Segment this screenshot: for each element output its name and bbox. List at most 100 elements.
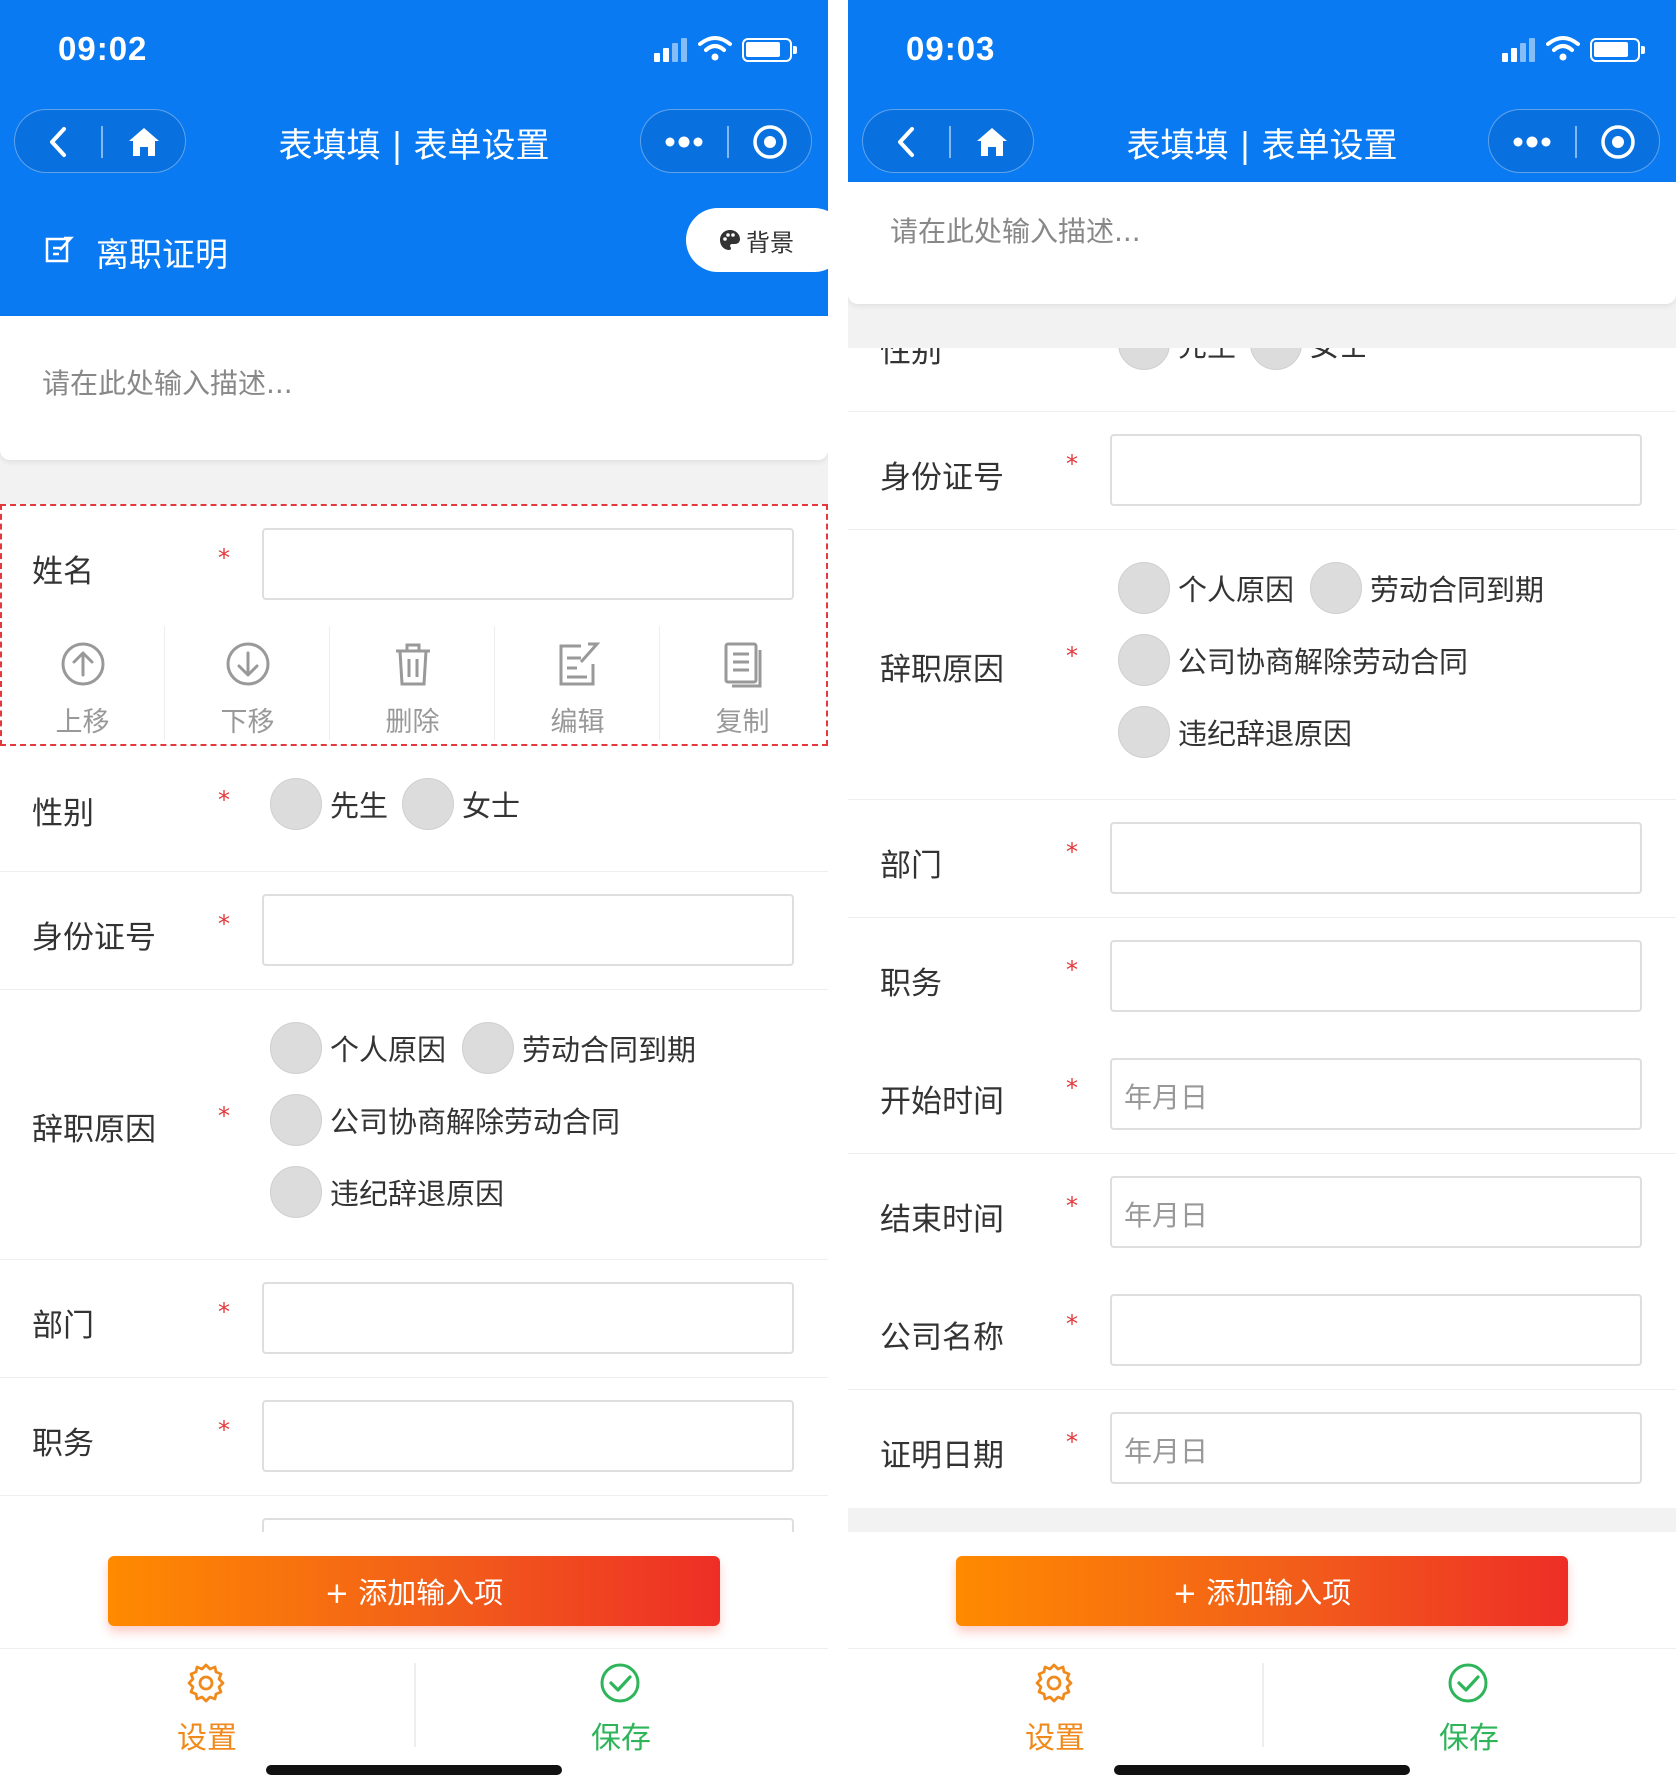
- name-input[interactable]: [262, 528, 794, 600]
- field-row-gender-partial[interactable]: 性别 先生 女士: [848, 348, 1676, 412]
- field-row-end-time[interactable]: 结束时间 * 年月日: [848, 1154, 1676, 1272]
- radio-option-mutual-termination[interactable]: 公司协商解除劳动合同: [1118, 634, 1468, 686]
- home-button[interactable]: [949, 110, 1035, 174]
- home-button[interactable]: [101, 110, 187, 174]
- close-miniprogram-button[interactable]: [727, 110, 813, 174]
- add-field-button[interactable]: + 添加输入项: [956, 1556, 1568, 1626]
- description-card[interactable]: 请在此处输入描述...: [848, 182, 1676, 304]
- navigation-bar: 表填填 | 表单设置: [0, 100, 828, 182]
- position-input[interactable]: [262, 1400, 794, 1472]
- field-row-name-selected[interactable]: 姓名 * 上移 下移 删除 编辑 复制: [0, 504, 828, 746]
- radio-option-disciplinary[interactable]: 违纪辞退原因: [1118, 706, 1352, 758]
- field-row-id-number[interactable]: 身份证号 *: [848, 412, 1676, 530]
- id-number-input[interactable]: [1110, 434, 1642, 506]
- tab-save[interactable]: 保存: [1262, 1649, 1676, 1759]
- tab-save[interactable]: 保存: [414, 1649, 828, 1759]
- copy-button[interactable]: 复制: [660, 626, 825, 740]
- field-label: 姓名: [32, 554, 94, 590]
- wifi-icon: [698, 36, 732, 61]
- field-label: 身份证号: [880, 460, 1004, 496]
- field-row-resign-reason[interactable]: 辞职原因 * 个人原因 劳动合同到期 公司协商解除劳动合同 违纪辞退原因: [0, 990, 828, 1260]
- radio-option-disciplinary[interactable]: 违纪辞退原因: [270, 1166, 504, 1218]
- required-mark: *: [1066, 1192, 1078, 1220]
- description-card[interactable]: 请在此处输入描述...: [0, 316, 828, 460]
- tab-settings[interactable]: 设置: [0, 1649, 414, 1759]
- field-row-id-number[interactable]: 身份证号 *: [0, 872, 828, 990]
- department-input[interactable]: [262, 1282, 794, 1354]
- company-name-input[interactable]: [1110, 1294, 1642, 1366]
- id-number-input[interactable]: [262, 894, 794, 966]
- radio-option-mutual-termination[interactable]: 公司协商解除劳动合同: [270, 1094, 620, 1146]
- battery-icon: [1590, 38, 1645, 62]
- radio-option-contract-expired[interactable]: 劳动合同到期: [1310, 562, 1544, 614]
- background-button[interactable]: 背景: [686, 208, 828, 272]
- home-icon: [977, 128, 1007, 156]
- description-placeholder: 请在此处输入描述...: [890, 215, 1141, 248]
- home-indicator: [1114, 1765, 1410, 1775]
- phone-screen-left: 09:02 表填填 | 表单设置 离职证明 背景 请在此处输入描述... 姓名 …: [0, 0, 828, 1792]
- delete-button[interactable]: 删除: [330, 626, 495, 740]
- back-button[interactable]: [15, 110, 101, 174]
- home-icon: [129, 128, 159, 156]
- palette-icon: [720, 230, 740, 250]
- background-button-label: 背景: [746, 228, 794, 257]
- tab-settings[interactable]: 设置: [848, 1649, 1262, 1759]
- field-row-department[interactable]: 部门 *: [848, 800, 1676, 918]
- end-date-picker[interactable]: 年月日: [1110, 1176, 1642, 1248]
- action-label: 复制: [715, 707, 770, 738]
- form-title[interactable]: 离职证明: [96, 228, 228, 276]
- gear-icon: [187, 1663, 225, 1703]
- radio-option-mr[interactable]: 先生: [1118, 348, 1236, 370]
- field-row-resign-reason[interactable]: 辞职原因 * 个人原因 劳动合同到期 公司协商解除劳动合同 违纪辞退原因: [848, 530, 1676, 800]
- radio-option-mr[interactable]: 先生: [270, 778, 388, 830]
- field-row-company-name[interactable]: 公司名称 *: [848, 1272, 1676, 1390]
- required-mark: *: [1066, 1310, 1078, 1338]
- field-row-position[interactable]: 职务 *: [0, 1378, 828, 1496]
- add-field-bar: + 添加输入项: [0, 1532, 828, 1648]
- required-mark: *: [1066, 450, 1078, 478]
- department-input[interactable]: [1110, 822, 1642, 894]
- date-placeholder: 年月日: [1124, 1199, 1209, 1232]
- required-mark: *: [218, 544, 230, 572]
- status-time: 09:03: [906, 30, 996, 67]
- tab-label: 设置: [177, 1721, 237, 1756]
- edit-icon: [559, 642, 601, 686]
- move-down-button[interactable]: 下移: [165, 626, 330, 740]
- field-label: 公司名称: [880, 1320, 1004, 1356]
- position-input[interactable]: [1110, 940, 1642, 1012]
- required-mark: *: [218, 786, 230, 814]
- target-icon: [1601, 125, 1635, 159]
- field-row-department[interactable]: 部门 *: [0, 1260, 828, 1378]
- phone-screen-right: 09:03 表填填 | 表单设置 请在此处输入描述... 性别 身份证号 * 辞…: [848, 0, 1676, 1792]
- check-circle-icon: [1448, 1663, 1488, 1703]
- move-up-icon: [61, 642, 105, 686]
- start-date-picker[interactable]: 年月日: [1110, 1058, 1642, 1130]
- more-button[interactable]: [1489, 110, 1575, 174]
- back-button[interactable]: [863, 110, 949, 174]
- move-down-icon: [226, 642, 270, 686]
- signal-icon: [654, 38, 690, 62]
- more-button[interactable]: [641, 110, 727, 174]
- copy-icon: [724, 642, 762, 688]
- header: 09:02 表填填 | 表单设置 离职证明 背景: [0, 0, 828, 316]
- edit-button[interactable]: 编辑: [495, 626, 660, 740]
- field-row-gender[interactable]: 性别 * 先生 女士: [0, 746, 828, 872]
- certificate-date-picker[interactable]: 年月日: [1110, 1412, 1642, 1484]
- add-field-button[interactable]: + 添加输入项: [108, 1556, 720, 1626]
- radio-option-ms[interactable]: 女士: [402, 778, 520, 830]
- radio-option-personal[interactable]: 个人原因: [1118, 562, 1294, 614]
- radio-option-ms[interactable]: 女士: [1250, 348, 1368, 370]
- required-mark: *: [218, 1102, 230, 1130]
- bottom-tabbar: 设置 保存: [848, 1648, 1676, 1792]
- field-label: 开始时间: [880, 1084, 1004, 1120]
- field-row-certificate-date[interactable]: 证明日期 * 年月日: [848, 1390, 1676, 1508]
- radio-option-contract-expired[interactable]: 劳动合同到期: [462, 1022, 696, 1074]
- radio-option-personal[interactable]: 个人原因: [270, 1022, 446, 1074]
- status-bar: 09:03: [848, 0, 1676, 100]
- field-row-position[interactable]: 职务 *: [848, 918, 1676, 1036]
- nav-capsule-right: [1488, 109, 1660, 173]
- move-up-button[interactable]: 上移: [0, 626, 165, 740]
- field-row-start-time[interactable]: 开始时间 * 年月日: [848, 1036, 1676, 1154]
- close-miniprogram-button[interactable]: [1575, 110, 1661, 174]
- field-label: 结束时间: [880, 1202, 1004, 1238]
